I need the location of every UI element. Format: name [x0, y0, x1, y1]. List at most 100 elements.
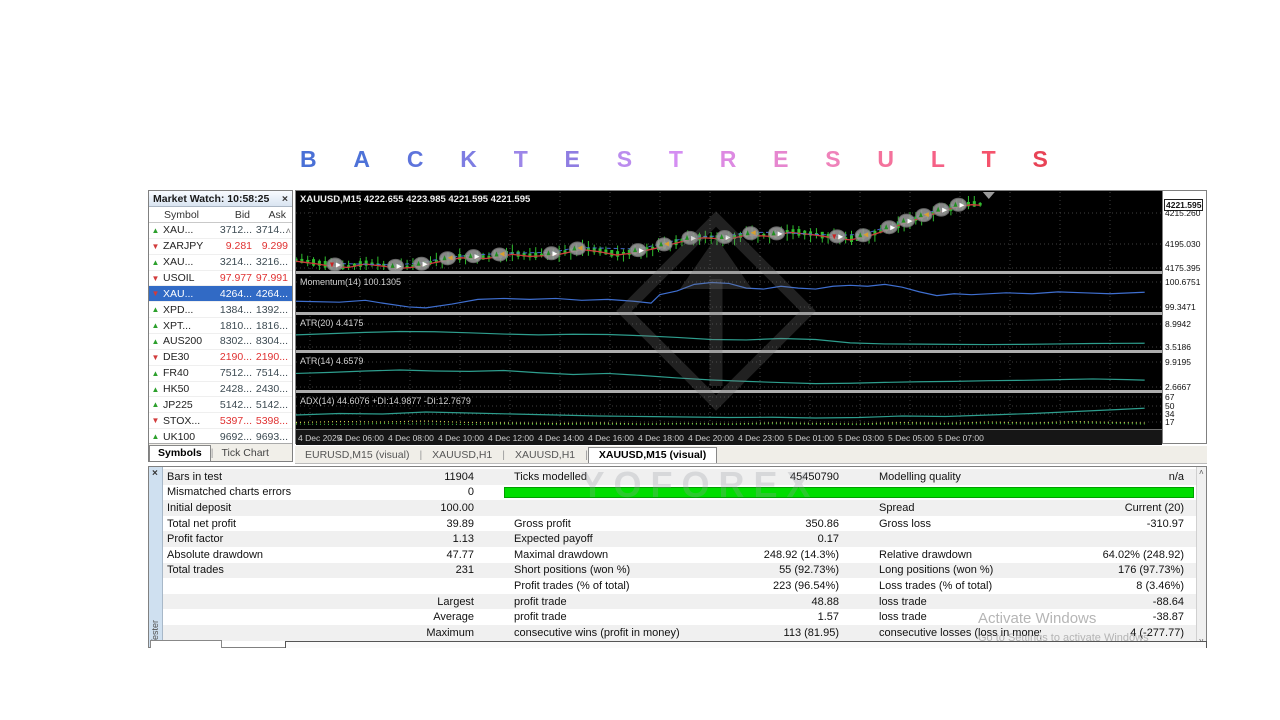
symbol-name: USOIL [163, 272, 195, 284]
tester-side-strip: × Tester [149, 467, 163, 647]
stat-label: Relative drawdown [879, 548, 972, 561]
ask-value: 3714... [255, 224, 288, 237]
results-row[interactable]: Initial deposit 100.00 Spread Current (20) [163, 500, 1198, 516]
stat-value: Maximum [426, 626, 474, 639]
scale-label: 8.9942 [1165, 319, 1191, 329]
column-bid[interactable]: Bid [212, 209, 252, 221]
stat-label: loss trade [879, 611, 927, 624]
ask-value: 2190... [255, 351, 288, 364]
time-axis-label: 4 Dec 23:00 [738, 433, 784, 443]
stat-label: profit trade [514, 611, 567, 624]
symbol-name: STOX... [163, 414, 201, 427]
arrow-down-icon: ▼ [151, 289, 160, 299]
market-watch-row[interactable]: ▲ FR40 7512... 7514... [149, 365, 292, 382]
market-watch-row[interactable]: ▲ XAU... 3214... 3216... [149, 254, 292, 271]
market-watch-row[interactable]: ▼ USOIL 97.977 97.991 [149, 270, 292, 287]
market-watch-title: Market Watch: 10:58:25 [153, 192, 270, 205]
chart-tab-xauusd-h1[interactable]: XAUUSD,H1 [505, 448, 585, 463]
arrow-up-icon: ▲ [151, 400, 160, 410]
bid-value: 2190... [219, 351, 252, 364]
results-row[interactable]: Maximum consecutive wins (profit in money… [163, 624, 1198, 641]
market-watch-row[interactable]: ▲ XPD... 1384... 1392... [149, 302, 292, 319]
market-watch-row[interactable]: ▼ XAU... 4264... 4264... [149, 286, 292, 303]
close-icon[interactable]: × [152, 468, 158, 479]
column-ask[interactable]: Ask [252, 209, 288, 221]
column-symbol[interactable]: Symbol [162, 209, 212, 221]
ask-value: 5398... [255, 414, 288, 427]
stat-label: consecutive wins (profit in money) [514, 626, 680, 639]
stat-value: 0.17 [817, 533, 839, 546]
title-letter: T [981, 145, 996, 172]
symbol-name: HK50 [163, 383, 190, 396]
results-row[interactable]: Total net profit 39.89 Gross profit 350.86 G… [163, 516, 1198, 532]
market-watch-tab-symbols[interactable]: Symbols [149, 445, 211, 461]
chart-plot[interactable]: XAUUSD,M15 4222.655 4223.985 4221.595 42… [296, 191, 1162, 429]
bid-value: 1810... [219, 319, 252, 332]
scroll-up-icon[interactable]: ˄ [286, 226, 291, 236]
chart-tab-xauusd-h1[interactable]: XAUUSD,H1 [422, 448, 502, 463]
symbol-name: UK100 [163, 430, 196, 443]
arrow-up-icon: ▲ [151, 336, 160, 346]
clipped-panel-fragment [150, 640, 222, 648]
arrow-down-icon: ▼ [151, 241, 160, 251]
stat-value: -310.97 [1146, 517, 1184, 530]
time-axis-label: 5 Dec 07:00 [938, 433, 984, 443]
market-watch-row[interactable]: ▲ XAU... 3712... 3714... [149, 223, 292, 239]
arrow-down-icon: ▼ [151, 273, 160, 283]
market-watch-row[interactable]: ▼ STOX... 5397... 5398... [149, 413, 292, 430]
svg-text:ATR(14) 4.6579: ATR(14) 4.6579 [300, 356, 363, 366]
stat-value: 231 [455, 564, 474, 577]
chart-window[interactable]: XAUUSD,M15 4222.655 4223.985 4221.595 42… [295, 190, 1207, 445]
scroll-up-icon[interactable]: ˄ [1199, 468, 1204, 477]
market-watch-row[interactable]: ▲ HK50 2428... 2430... [149, 381, 292, 398]
stat-value: Current (20) [1124, 501, 1184, 514]
stat-value: 11904 [444, 470, 474, 483]
stat-label: Long positions (won %) [879, 564, 994, 577]
price-scale[interactable]: 4221.595 4215.260 4195.030 4175.395 100.6751… [1162, 191, 1206, 443]
market-watch-row[interactable]: ▲ JP225 5142... 5142... [149, 397, 292, 414]
stat-label: Mismatched charts errors [167, 486, 292, 499]
symbol-name: DE30 [163, 351, 190, 364]
scale-label: 9.9195 [1165, 357, 1191, 367]
results-row[interactable]: Mismatched charts errors 0 [163, 485, 1198, 501]
close-icon[interactable]: × [282, 193, 288, 205]
chart-tab-xauusd-m15-visual-[interactable]: XAUUSD,M15 (visual) [587, 447, 718, 463]
bid-value: 3712... [219, 224, 252, 237]
ask-value: 9.299 [261, 240, 288, 253]
time-axis-label: 4 Dec 12:00 [488, 433, 534, 443]
title-letter: E [773, 145, 789, 172]
time-axis-label: 5 Dec 05:00 [888, 433, 934, 443]
results-scrollbar[interactable]: ˄ ˅ [1196, 467, 1206, 647]
tester-results-panel: × Tester Bars in test 11904 Ticks modelled… [148, 466, 1207, 648]
results-row[interactable]: Profit factor 1.13 Expected payoff 0.17 [163, 531, 1198, 547]
results-row[interactable]: Total trades 231 Short positions (won %) 55… [163, 562, 1198, 579]
results-row[interactable]: Profit trades (% of total) 223 (96.54%) Lo… [163, 578, 1198, 594]
scale-label: 4175.395 [1165, 263, 1201, 273]
stat-value: 0 [467, 486, 474, 499]
market-watch-titlebar[interactable]: Market Watch: 10:58:25 × [149, 191, 292, 207]
market-watch-row[interactable]: ▲ AUS200 8302... 8304... [149, 334, 292, 350]
scale-label: 4195.030 [1165, 239, 1201, 249]
chart-tab-eurusd-m15-visual-[interactable]: EURUSD,M15 (visual) [295, 448, 419, 463]
arrow-down-icon: ▼ [151, 352, 160, 362]
arrow-up-icon: ▲ [151, 305, 160, 315]
ask-value: 8304... [255, 335, 288, 348]
arrow-up-icon: ▲ [151, 384, 160, 394]
results-row[interactable]: Absolute drawdown 47.77 Maximal drawdown 24… [163, 547, 1198, 563]
title-letter: E [564, 145, 580, 172]
market-watch-row[interactable]: ▼ ZARJPY 9.281 9.299 [149, 238, 292, 255]
ask-value: 4264... [255, 287, 288, 300]
time-axis[interactable]: 4 Dec 2025 4 Dec 06:00 4 Dec 08:00 4 Dec 10… [296, 429, 1162, 445]
market-watch-row[interactable]: ▲ XPT... 1810... 1816... [149, 318, 292, 335]
results-row[interactable]: Largest profit trade 48.88 loss trade -88.64 [163, 593, 1198, 610]
results-row[interactable]: Average profit trade 1.57 loss trade -38.87 [163, 609, 1198, 625]
title-letter: C [406, 145, 424, 172]
results-row[interactable]: Bars in test 11904 Ticks modelled 45450790 M… [163, 469, 1198, 485]
title-letter: R [719, 145, 737, 172]
stat-value: 176 (97.73%) [1117, 564, 1184, 577]
ask-value: 2430... [255, 383, 288, 396]
market-watch-tab-tick-chart[interactable]: Tick Chart [214, 446, 277, 461]
stat-value: 4 (-277.77) [1130, 626, 1184, 639]
market-watch-row[interactable]: ▼ DE30 2190... 2190... [149, 349, 292, 366]
svg-text:Momentum(14) 100.1305: Momentum(14) 100.1305 [300, 277, 401, 287]
